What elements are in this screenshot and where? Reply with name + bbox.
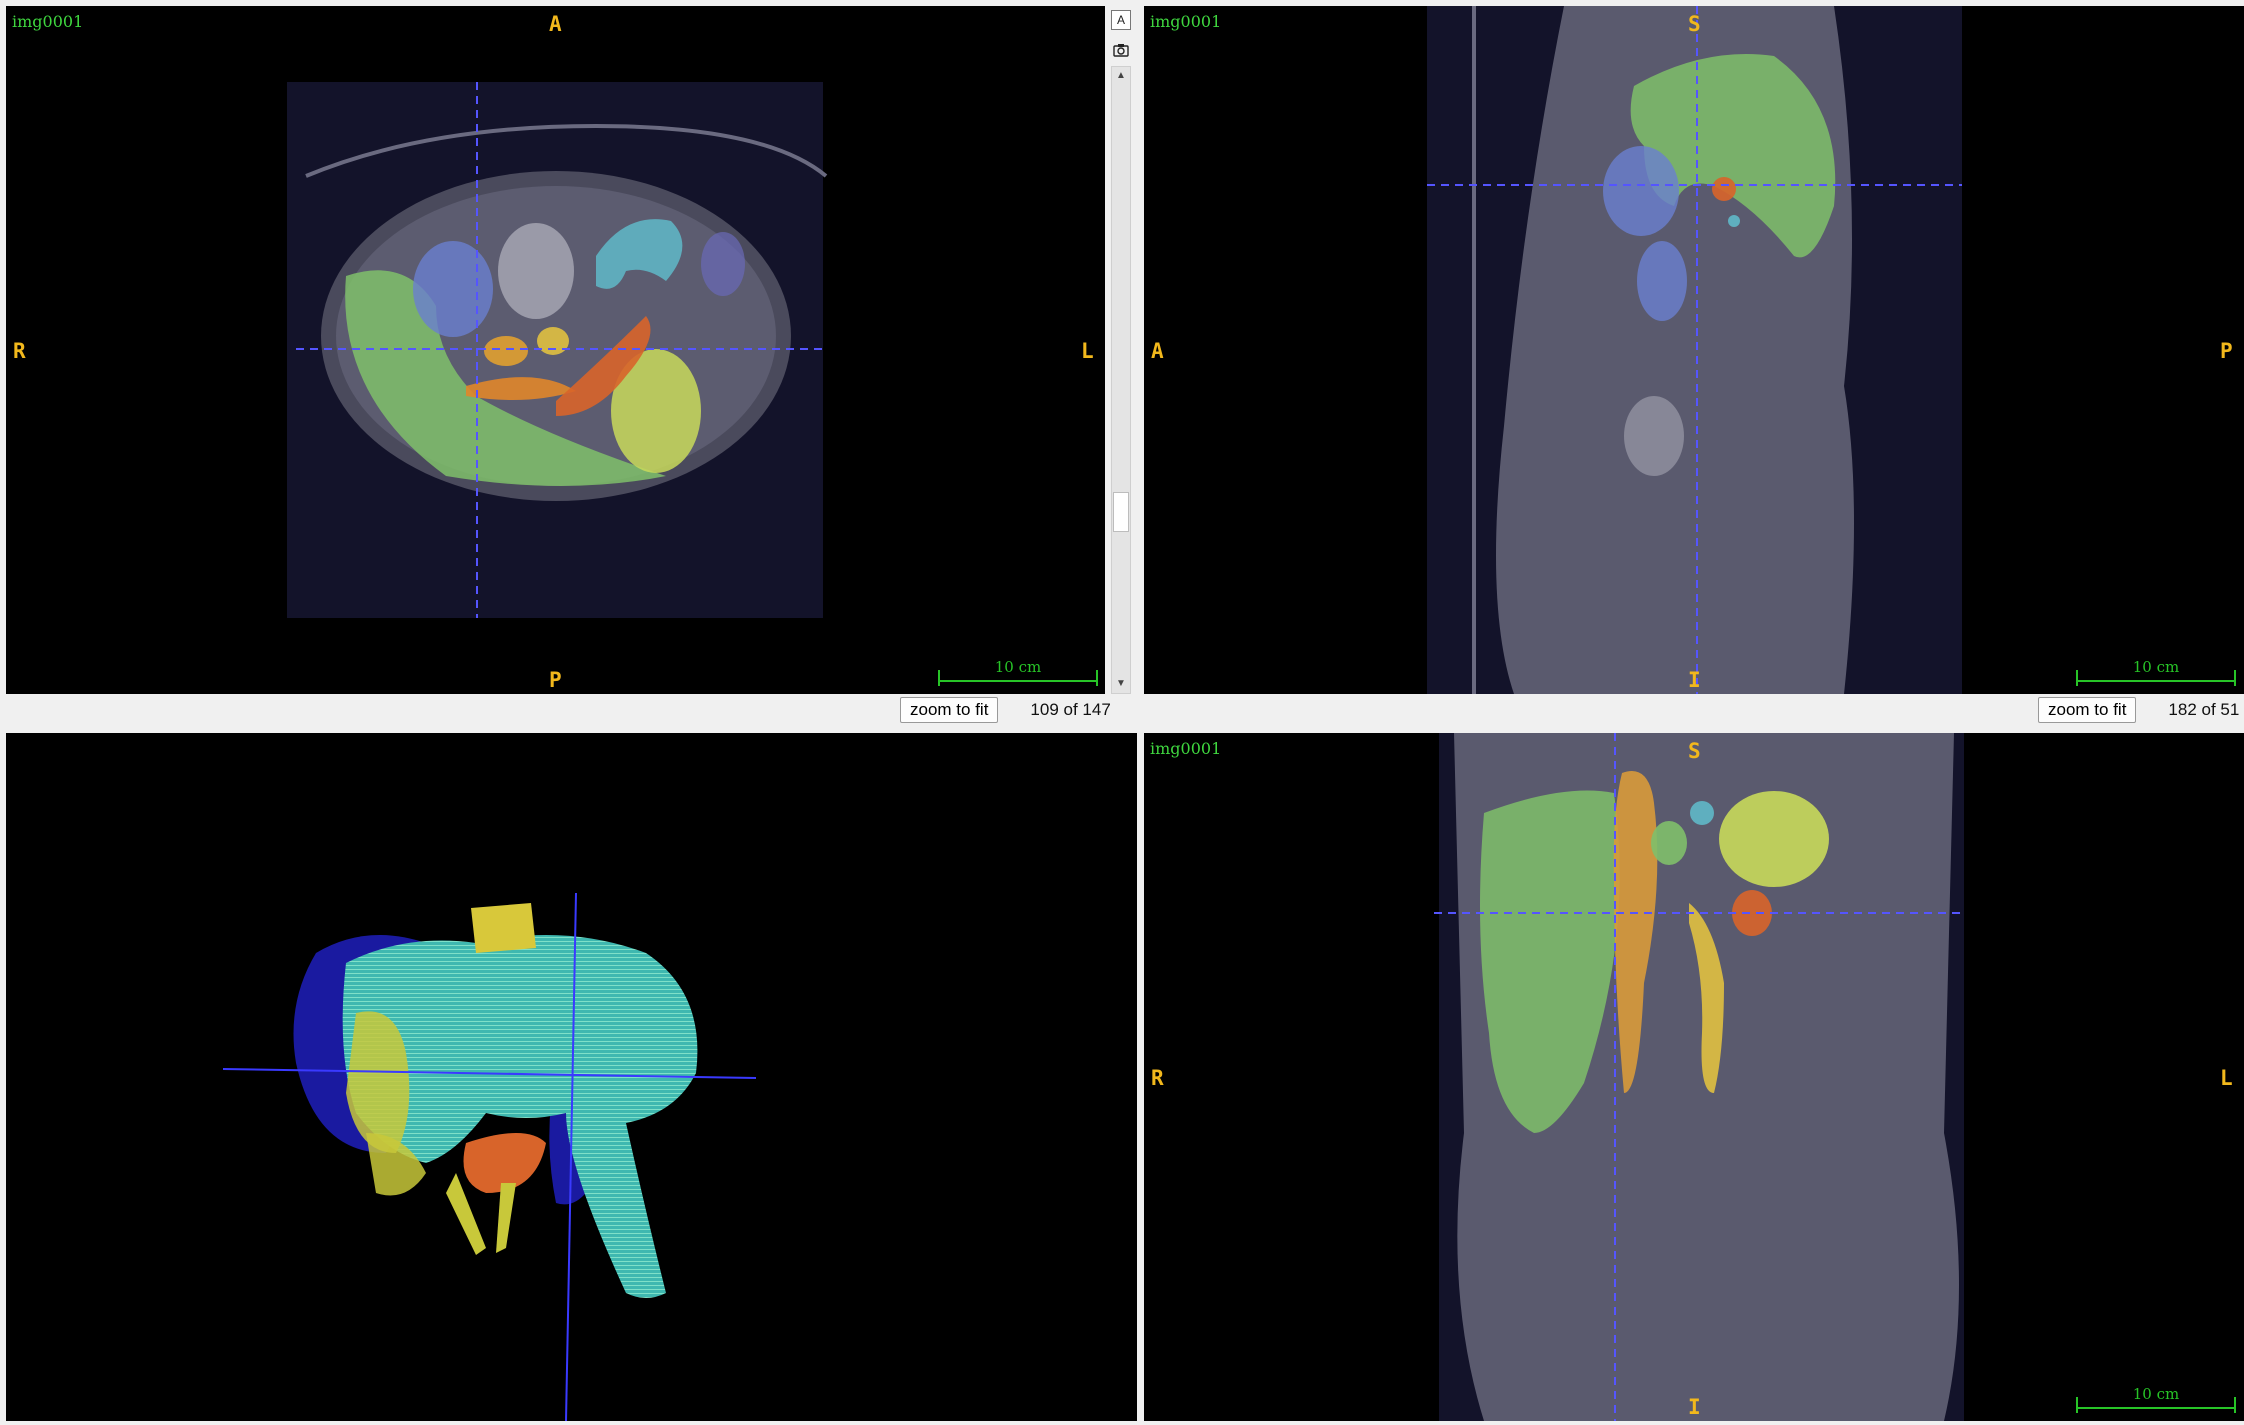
text-overlay-icon[interactable]: A bbox=[1111, 10, 1131, 30]
scale-bar: 10 cm bbox=[938, 658, 1098, 686]
zoom-to-fit-button[interactable]: zoom to fit bbox=[900, 697, 999, 723]
orientation-right: L bbox=[1081, 339, 1094, 363]
orientation-right: P bbox=[2220, 339, 2233, 363]
sagittal-viewer[interactable]: img0001 S I A P 10 cm bbox=[1144, 6, 2244, 694]
image-id-label: img0001 bbox=[1150, 12, 1222, 31]
slice-scrollbar[interactable]: ▲ ▼ bbox=[1111, 66, 1131, 694]
orientation-left: R bbox=[1151, 1066, 1164, 1090]
scale-bar-label: 10 cm bbox=[994, 658, 1042, 676]
orientation-bottom: I bbox=[1688, 1395, 1701, 1419]
slice-counter: 182 of 51 bbox=[2168, 700, 2240, 719]
camera-glyph bbox=[1113, 44, 1129, 57]
scale-bar: 10 cm bbox=[2076, 658, 2236, 686]
image-id-label: img0001 bbox=[1150, 739, 1222, 758]
image-id-label: img0001 bbox=[12, 12, 84, 31]
scroll-down-icon[interactable]: ▼ bbox=[1112, 675, 1130, 693]
zoom-to-fit-button[interactable]: zoom to fit bbox=[2038, 697, 2137, 723]
scale-bar-label: 10 cm bbox=[2132, 658, 2180, 676]
scroll-thumb[interactable] bbox=[1113, 492, 1129, 532]
scroll-up-icon[interactable]: ▲ bbox=[1112, 67, 1130, 85]
orientation-bottom: P bbox=[549, 668, 562, 692]
viewer-toolbar: A ▲ ▼ bbox=[1105, 6, 1138, 694]
axial-viewer[interactable]: img0001 A P R L 10 cm bbox=[6, 6, 1105, 694]
orientation-top: S bbox=[1688, 12, 1701, 36]
3d-render-viewer[interactable] bbox=[6, 733, 1137, 1421]
camera-icon[interactable] bbox=[1111, 40, 1131, 60]
orientation-right: L bbox=[2220, 1066, 2233, 1090]
orientation-bottom: I bbox=[1688, 668, 1701, 692]
scale-bar: 10 cm bbox=[2076, 1385, 2236, 1413]
coronal-slice-image bbox=[1434, 733, 1964, 1421]
orientation-left: A bbox=[1151, 339, 1164, 363]
orientation-top: A bbox=[549, 12, 562, 36]
slice-counter: 109 of 147 bbox=[1030, 700, 1111, 719]
sagittal-slice-image bbox=[1427, 6, 1962, 694]
axial-slice-image bbox=[287, 82, 828, 618]
3d-surface-render bbox=[222, 892, 757, 1421]
orientation-top: S bbox=[1688, 739, 1701, 763]
sagittal-status-bar: zoom to fit 182 of 51 bbox=[2038, 695, 2239, 725]
scale-bar-label: 10 cm bbox=[2132, 1385, 2180, 1403]
coronal-viewer[interactable]: img0001 S I R L 10 cm bbox=[1144, 733, 2244, 1421]
orientation-left: R bbox=[13, 339, 26, 363]
text-overlay-glyph: A bbox=[1116, 13, 1125, 27]
axial-status-bar: zoom to fit 109 of 147 bbox=[900, 695, 1111, 725]
